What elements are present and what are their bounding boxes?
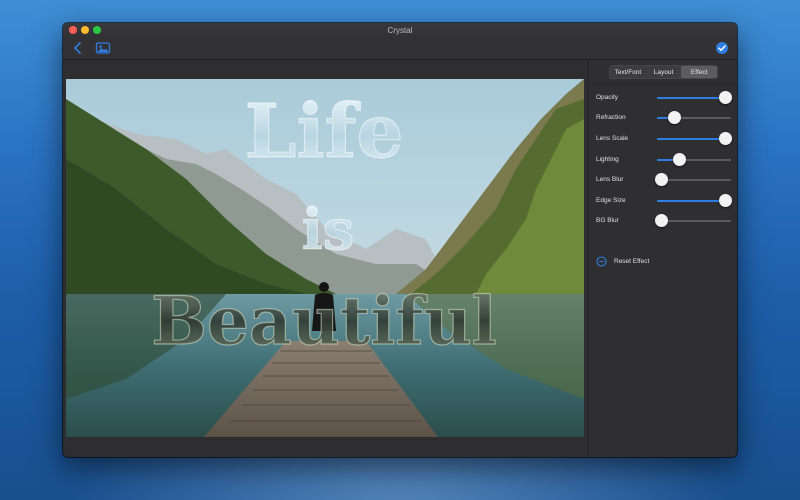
settings-panel: Text/Font Layout Effect Opacity Refracti… bbox=[588, 60, 737, 457]
tab-layout[interactable]: Layout bbox=[646, 66, 682, 78]
change-photo-button[interactable] bbox=[95, 41, 111, 55]
refraction-slider[interactable] bbox=[657, 108, 731, 128]
done-button[interactable] bbox=[715, 41, 729, 55]
control-bg-blur: BG Blur bbox=[589, 211, 737, 231]
slider-thumb[interactable] bbox=[654, 214, 668, 227]
control-label: BG Blur bbox=[596, 217, 619, 224]
back-button[interactable] bbox=[71, 41, 85, 55]
control-refraction: Refraction bbox=[589, 108, 737, 128]
control-label: Refraction bbox=[596, 114, 626, 121]
control-opacity: Opacity bbox=[589, 88, 737, 108]
toolbar bbox=[63, 37, 737, 60]
window-controls bbox=[69, 26, 101, 34]
control-lens-blur: Lens Blur bbox=[589, 170, 737, 190]
landscape-photo: Life is Beautiful bbox=[66, 79, 584, 437]
slider-thumb[interactable] bbox=[667, 111, 681, 124]
reset-effect-button[interactable]: Reset Effect bbox=[596, 254, 649, 268]
checkmark-circle-icon bbox=[716, 42, 728, 54]
reset-circle-icon bbox=[596, 255, 607, 267]
minimize-window-button[interactable] bbox=[81, 26, 89, 34]
opacity-slider[interactable] bbox=[657, 88, 732, 108]
lens-blur-slider[interactable] bbox=[654, 170, 731, 190]
photo-canvas[interactable]: Life is Beautiful bbox=[66, 79, 584, 437]
word-beautiful[interactable]: Beautiful bbox=[151, 281, 498, 360]
tab-effect[interactable]: Effect bbox=[681, 66, 718, 78]
lens-scale-slider[interactable] bbox=[657, 129, 732, 149]
control-label: Opacity bbox=[596, 94, 619, 101]
bg-blur-slider[interactable] bbox=[654, 211, 731, 231]
window-title: Crystal bbox=[387, 25, 413, 35]
panel-tabs: Text/Font Layout Effect bbox=[609, 65, 718, 79]
photo-icon bbox=[95, 42, 111, 54]
control-label: Lens Scale bbox=[596, 135, 629, 142]
control-lighting: Lighting bbox=[589, 150, 737, 170]
control-edge-size: Edge Size bbox=[589, 191, 737, 211]
slider-thumb[interactable] bbox=[719, 194, 732, 207]
tab-text-font[interactable]: Text/Font bbox=[610, 66, 646, 78]
control-lens-scale: Lens Scale bbox=[589, 129, 737, 149]
control-label: Edge Size bbox=[596, 197, 626, 204]
panel-divider bbox=[589, 84, 737, 85]
slider-thumb[interactable] bbox=[719, 91, 732, 104]
word-is[interactable]: is bbox=[301, 196, 355, 263]
control-label: Lighting bbox=[596, 156, 619, 163]
control-label: Lens Blur bbox=[596, 176, 624, 183]
app-window: Crystal Life is Beautiful Text/Font Layo… bbox=[63, 23, 737, 457]
edge-size-slider[interactable] bbox=[657, 191, 732, 211]
zoom-window-button[interactable] bbox=[93, 26, 101, 34]
chevron-left-icon bbox=[74, 42, 81, 54]
slider-thumb[interactable] bbox=[654, 173, 668, 186]
slider-thumb[interactable] bbox=[673, 153, 687, 166]
close-window-button[interactable] bbox=[69, 26, 77, 34]
lighting-slider[interactable] bbox=[657, 150, 731, 170]
canvas-area: Life is Beautiful bbox=[63, 60, 588, 457]
slider-thumb[interactable] bbox=[719, 132, 732, 145]
word-life[interactable]: Life bbox=[244, 88, 404, 175]
title-bar: Crystal bbox=[63, 23, 737, 37]
reset-effect-label: Reset Effect bbox=[614, 257, 650, 265]
